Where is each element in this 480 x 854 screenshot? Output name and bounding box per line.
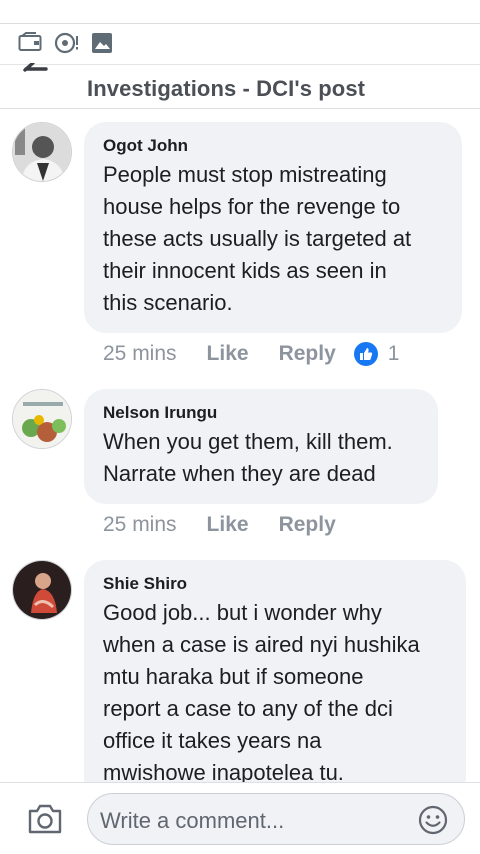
back-arrow-icon[interactable] bbox=[22, 61, 48, 85]
wallet-icon bbox=[18, 32, 42, 57]
camera-icon[interactable] bbox=[27, 803, 63, 835]
comment-author[interactable]: Nelson Irungu bbox=[103, 402, 420, 424]
comment-text: When you get them, kill them. Narrate wh… bbox=[103, 429, 393, 486]
comment-bubble[interactable]: Nelson Irungu When you get them, kill th… bbox=[84, 389, 438, 504]
comment-author[interactable]: Ogot John bbox=[103, 135, 444, 157]
comment-composer: Write a comment... bbox=[0, 782, 480, 854]
post-header: Investigations - DCI's post bbox=[0, 61, 480, 109]
like-reaction-icon[interactable] bbox=[353, 342, 378, 366]
comment-input-placeholder: Write a comment... bbox=[100, 808, 285, 833]
comment-text: Good job... but i wonder why when a case… bbox=[103, 600, 420, 785]
comment-author[interactable]: Shie Shiro bbox=[103, 573, 448, 595]
image-icon bbox=[91, 32, 113, 59]
comment-input[interactable]: Write a comment... bbox=[87, 793, 465, 845]
emoji-icon[interactable] bbox=[418, 805, 448, 835]
like-button[interactable]: Like bbox=[207, 342, 249, 366]
comment-bubble[interactable]: Ogot John People must stop mistreating h… bbox=[84, 122, 462, 333]
reply-button[interactable]: Reply bbox=[279, 342, 336, 366]
comment-text: People must stop mistreating house helps… bbox=[103, 162, 412, 315]
comment-timestamp: 25 mins bbox=[103, 513, 177, 536]
reaction-count[interactable]: 1 bbox=[388, 342, 400, 366]
notification-bar bbox=[0, 24, 480, 64]
avatar[interactable] bbox=[12, 122, 72, 182]
status-bar bbox=[0, 0, 480, 24]
comment-actions: 25 mins Like Reply 1 bbox=[103, 342, 399, 366]
comment-bubble[interactable]: Shie Shiro Good job... but i wonder why … bbox=[84, 560, 466, 800]
comment-actions: 25 mins Like Reply bbox=[103, 513, 366, 537]
like-button[interactable]: Like bbox=[207, 513, 249, 537]
reply-button[interactable]: Reply bbox=[279, 513, 336, 537]
avatar[interactable] bbox=[12, 560, 72, 620]
avatar[interactable] bbox=[12, 389, 72, 449]
page-title: Investigations - DCI's post bbox=[87, 76, 366, 101]
sync-alert-icon bbox=[54, 32, 80, 59]
comment-timestamp: 25 mins bbox=[103, 342, 177, 365]
